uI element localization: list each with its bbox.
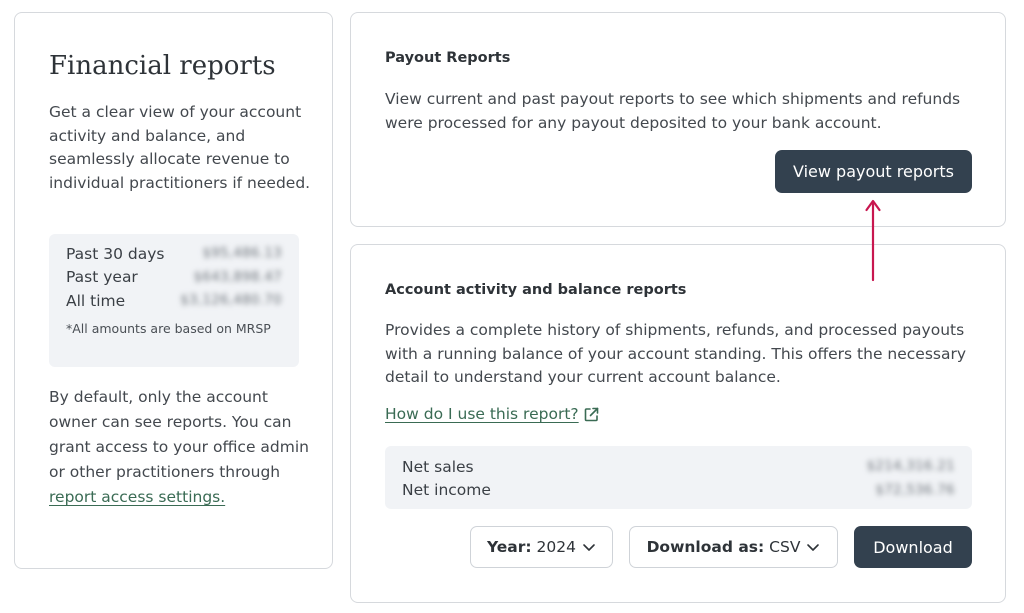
how-to-use-report-link[interactable]: How do I use this report?	[385, 405, 600, 423]
download-button[interactable]: Download	[854, 526, 972, 568]
net-row-income: Net income $72,536.76	[402, 479, 955, 503]
access-info: By default, only the account owner can s…	[49, 385, 317, 510]
year-value: 2024	[536, 538, 576, 556]
year-select[interactable]: Year: 2024	[470, 526, 613, 568]
revenue-summary: Past 30 days $95,486.13 Past year $643,8…	[49, 234, 299, 367]
download-format-select[interactable]: Download as: CSV	[629, 526, 838, 568]
year-select-label: Year: 2024	[487, 538, 576, 556]
net-label: Net income	[402, 481, 491, 500]
financial-description: Get a clear view of your account activit…	[49, 103, 311, 192]
page-title: Financial reports	[49, 51, 276, 81]
summary-value: $643,898.47	[193, 269, 282, 285]
access-text: By default, only the account owner can s…	[49, 388, 309, 481]
format-label: Download as:	[646, 538, 765, 556]
activity-description: Provides a complete history of shipments…	[385, 321, 967, 386]
net-summary: Net sales $214,316.21 Net income $72,536…	[385, 446, 972, 509]
payout-description: View current and past payout reports to …	[385, 90, 961, 132]
format-value: CSV	[769, 538, 801, 556]
activity-reports-title: Account activity and balance reports	[385, 282, 687, 298]
view-payout-reports-button[interactable]: View payout reports	[775, 150, 972, 193]
chevron-down-icon	[806, 538, 820, 556]
annotation-arrow	[862, 196, 884, 286]
summary-value: $3,126,480.70	[180, 293, 282, 309]
summary-label: Past 30 days	[66, 244, 165, 263]
summary-row-past-year: Past year $643,898.47	[66, 266, 282, 290]
summary-row-all-time: All time $3,126,480.70	[66, 289, 282, 313]
net-value: $214,316.21	[866, 459, 955, 475]
financial-reports-card: Financial reports Get a clear view of yo…	[14, 12, 333, 569]
external-link-icon	[583, 406, 600, 423]
summary-row-past-30-days: Past 30 days $95,486.13	[66, 242, 282, 266]
summary-label: Past year	[66, 268, 138, 287]
year-label: Year:	[486, 538, 532, 556]
chevron-down-icon	[582, 538, 596, 556]
net-row-sales: Net sales $214,316.21	[402, 455, 955, 479]
net-label: Net sales	[402, 457, 474, 476]
format-select-label: Download as: CSV	[647, 538, 801, 556]
report-access-settings-link[interactable]: report access settings.	[49, 488, 225, 506]
payout-reports-title: Payout Reports	[385, 50, 511, 66]
summary-note: *All amounts are based on MRSP	[66, 320, 271, 336]
net-value: $72,536.76	[875, 482, 955, 498]
summary-value: $95,486.13	[202, 246, 282, 262]
summary-label: All time	[66, 291, 126, 310]
account-activity-card: Account activity and balance reports Pro…	[350, 244, 1006, 603]
payout-reports-card: Payout Reports View current and past pay…	[350, 12, 1006, 227]
help-link-text[interactable]: How do I use this report?	[385, 405, 579, 423]
